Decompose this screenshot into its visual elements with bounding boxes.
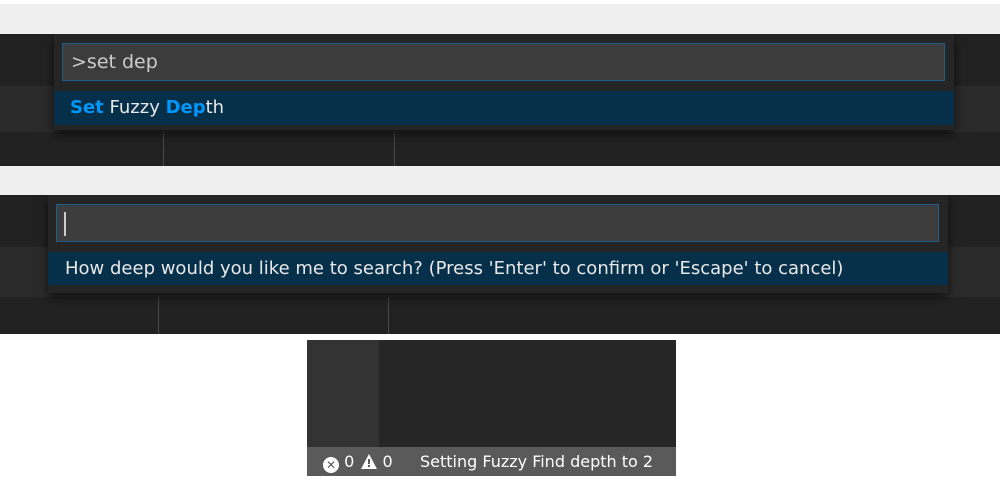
editor-divider: [388, 297, 389, 334]
background-stripe-middle: [0, 166, 1000, 195]
editor-divider: [158, 297, 159, 334]
editor-window-statusbar: ✕ 0 0 Setting Fuzzy Find depth to 2: [307, 340, 676, 476]
warning-count: 0: [382, 452, 393, 471]
problems-indicator[interactable]: ✕ 0 0: [323, 447, 393, 476]
editor-divider: [394, 132, 395, 166]
result-text: Fuzzy: [109, 97, 160, 118]
match-highlight: Dep: [165, 97, 206, 118]
activity-bar: [307, 340, 379, 447]
depth-input[interactable]: [56, 204, 939, 242]
command-palette: >set dep Set Fuzzy Depth: [54, 34, 954, 130]
match-highlight: Set: [70, 97, 104, 118]
editor-panel-1: >set dep Set Fuzzy Depth: [0, 34, 1000, 166]
command-palette-input[interactable]: >set dep: [62, 43, 945, 81]
status-message: Setting Fuzzy Find depth to 2: [420, 452, 654, 471]
command-result-item[interactable]: Set Fuzzy Depth: [54, 91, 954, 125]
editor-panel-2: How deep would you like me to search? (P…: [0, 195, 1000, 334]
error-icon: ✕: [323, 457, 339, 473]
result-text: th: [205, 97, 225, 118]
prompt-text: How deep would you like me to search? (P…: [65, 258, 844, 279]
input-box-widget: How deep would you like me to search? (P…: [48, 195, 948, 293]
error-count: 0: [344, 452, 355, 471]
text-cursor: [64, 211, 66, 236]
editor-divider: [163, 132, 164, 166]
background-stripe-top: [0, 4, 1000, 34]
input-prompt-message: How deep would you like me to search? (P…: [48, 252, 948, 285]
status-bar: ✕ 0 0 Setting Fuzzy Find depth to 2: [307, 447, 676, 476]
warning-icon: [361, 454, 378, 469]
command-palette-input-value: >set dep: [71, 51, 158, 73]
